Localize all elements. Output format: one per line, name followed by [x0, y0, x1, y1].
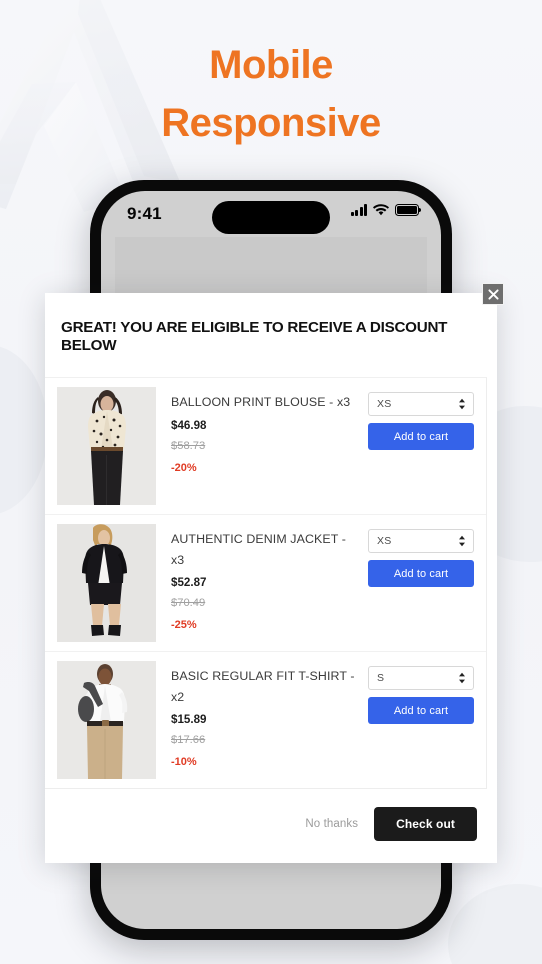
discount-modal: GREAT! YOU ARE ELIGIBLE TO RECEIVE A DIS… — [45, 283, 504, 864]
updown-chevron-icon — [458, 398, 466, 410]
phone-status-bar: 9:41 — [101, 191, 441, 237]
size-select[interactable]: XS — [368, 392, 474, 417]
product-name: AUTHENTIC DENIM JACKET - x3 — [171, 532, 346, 567]
page-title: Mobile Responsive — [0, 36, 542, 152]
product-actions: XS Add to cart — [368, 387, 486, 451]
product-info: AUTHENTIC DENIM JACKET - x3 $52.87 $70.4… — [156, 524, 368, 634]
product-image — [57, 387, 156, 506]
decorative-blob-bottom — [448, 884, 542, 964]
headline-line-1: Mobile — [209, 43, 333, 87]
product-discount-badge: -10% — [171, 756, 197, 769]
product-actions: XS Add to cart — [368, 524, 486, 588]
dynamic-island — [212, 201, 330, 234]
product-discount-badge: -25% — [171, 619, 197, 632]
cellular-bars-icon — [350, 204, 367, 216]
no-thanks-button[interactable]: No thanks — [305, 818, 358, 830]
product-row: BALLOON PRINT BLOUSE - x3 $46.98 $58.73 … — [45, 378, 486, 516]
modal-footer: No thanks Check out — [45, 789, 497, 864]
product-name: BALLOON PRINT BLOUSE - x3 — [171, 395, 351, 410]
add-to-cart-button[interactable]: Add to cart — [368, 423, 474, 451]
checkout-button[interactable]: Check out — [374, 807, 477, 842]
close-button[interactable] — [482, 283, 504, 305]
size-select-value: S — [377, 672, 385, 685]
status-icons — [350, 204, 422, 216]
add-to-cart-button[interactable]: Add to cart — [368, 560, 474, 588]
product-image — [57, 524, 156, 643]
modal-title: GREAT! YOU ARE ELIGIBLE TO RECEIVE A DIS… — [61, 319, 448, 355]
modal-header: GREAT! YOU ARE ELIGIBLE TO RECEIVE A DIS… — [45, 293, 497, 378]
add-to-cart-button[interactable]: Add to cart — [368, 697, 474, 725]
product-info: BASIC REGULAR FIT T-SHIRT - x2 $15.89 $1… — [156, 661, 368, 771]
product-compare-at-price: $17.66 — [171, 734, 206, 747]
product-actions: S Add to cart — [368, 661, 486, 725]
product-row: BASIC REGULAR FIT T-SHIRT - x2 $15.89 $1… — [45, 652, 486, 788]
headline-line-2: Responsive — [161, 101, 381, 145]
product-price: $15.89 — [171, 712, 207, 726]
close-x-icon — [487, 288, 499, 300]
product-compare-at-price: $70.49 — [171, 597, 206, 610]
updown-chevron-icon — [458, 535, 466, 547]
product-row: AUTHENTIC DENIM JACKET - x3 $52.87 $70.4… — [45, 515, 486, 653]
size-select-value: XS — [377, 398, 392, 411]
product-compare-at-price: $58.73 — [171, 440, 206, 453]
battery-full-icon — [395, 204, 422, 216]
size-select[interactable]: S — [368, 666, 474, 691]
wifi-icon — [373, 204, 389, 216]
status-time: 9:41 — [127, 204, 162, 223]
updown-chevron-icon — [458, 672, 466, 684]
product-info: BALLOON PRINT BLOUSE - x3 $46.98 $58.73 … — [156, 387, 368, 477]
size-select-value: XS — [377, 535, 392, 548]
product-name: BASIC REGULAR FIT T-SHIRT - x2 — [171, 669, 355, 704]
decorative-blob-left — [0, 345, 48, 515]
product-price: $52.87 — [171, 575, 207, 589]
size-select[interactable]: XS — [368, 529, 474, 554]
product-discount-badge: -20% — [171, 462, 197, 475]
product-image — [57, 661, 156, 780]
product-price: $46.98 — [171, 418, 207, 432]
product-list: BALLOON PRINT BLOUSE - x3 $46.98 $58.73 … — [45, 377, 487, 790]
